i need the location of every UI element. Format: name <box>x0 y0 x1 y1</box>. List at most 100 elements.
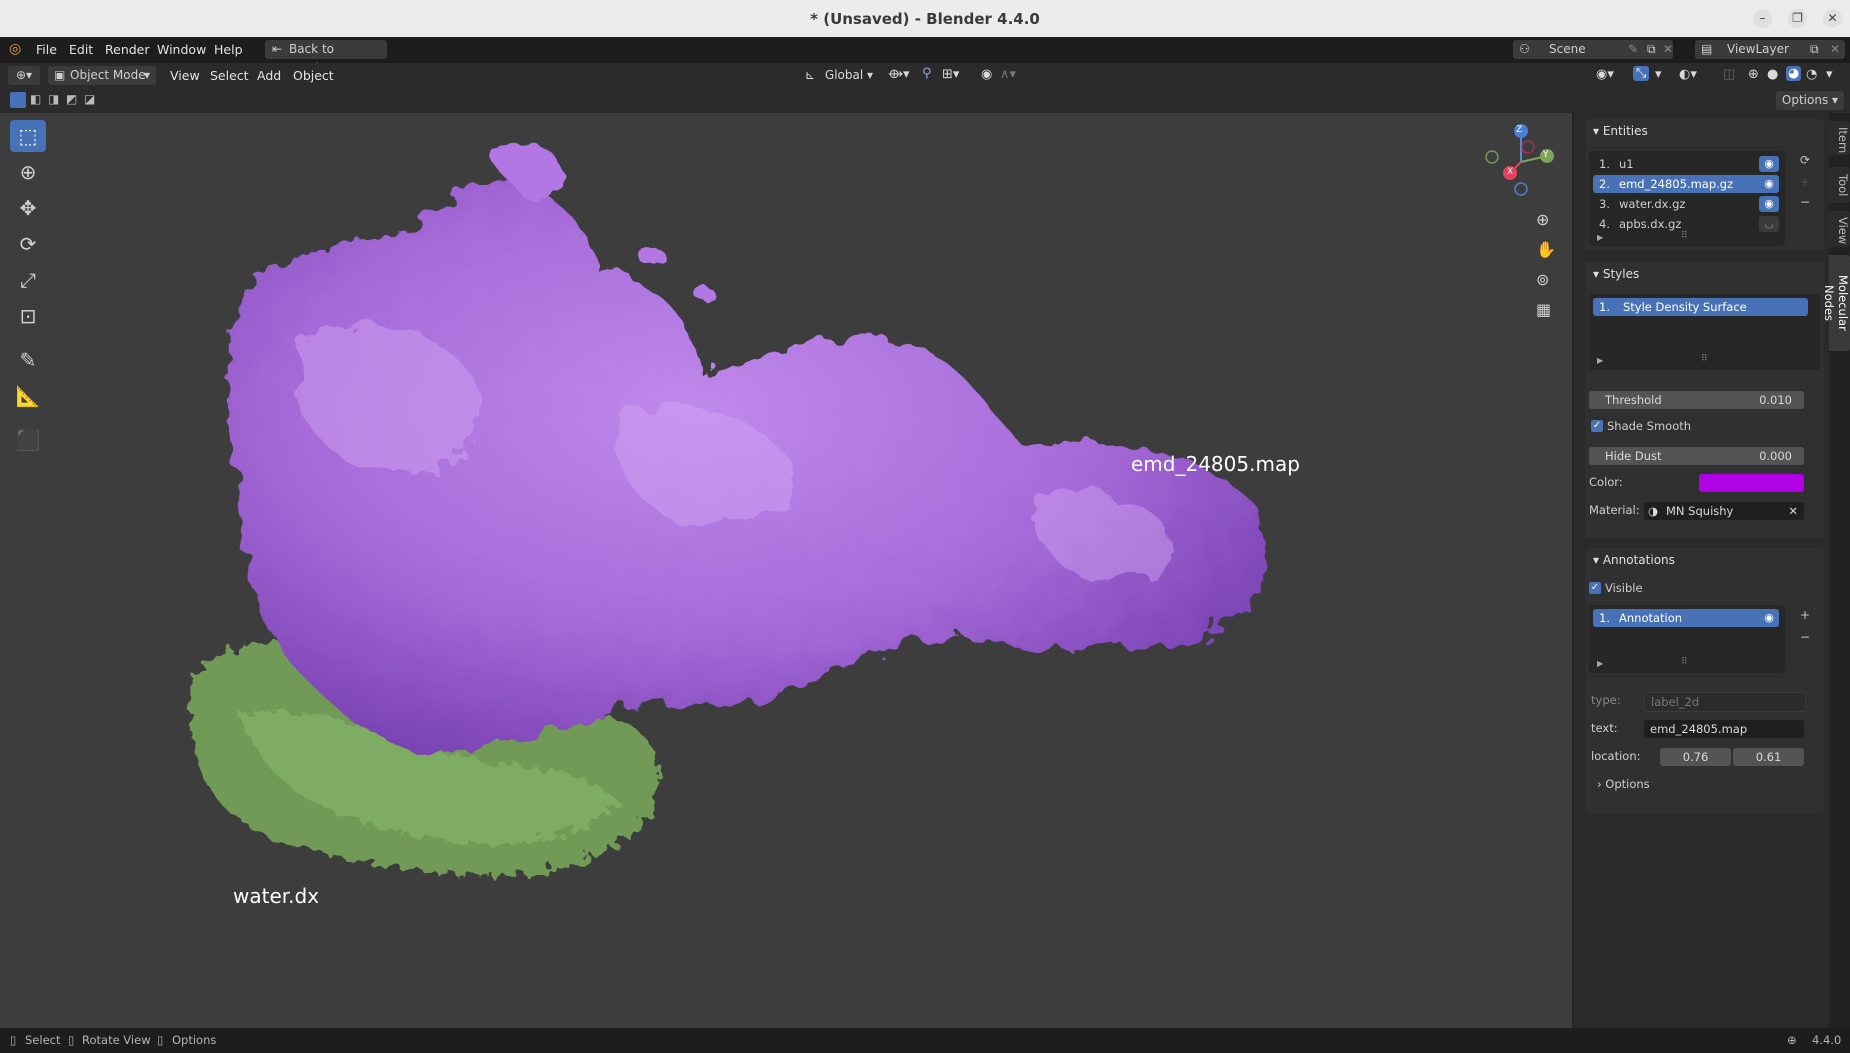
clear-material-icon[interactable]: ✕ <box>1788 502 1798 520</box>
pan-hand-icon[interactable]: ✋ <box>1536 240 1556 259</box>
xray-icon[interactable]: ◫ <box>1723 67 1735 82</box>
shading-dropdown-icon[interactable]: ▾ <box>1826 67 1833 82</box>
entities-panel-title[interactable]: ▾ Entities <box>1593 124 1648 138</box>
snap-target-icon[interactable]: ⊞▾ <box>942 67 959 82</box>
color-swatch[interactable] <box>1699 474 1804 492</box>
annotations-visible-checkbox[interactable]: ✓ <box>1589 582 1601 594</box>
visibility-icon[interactable]: ◉▾ <box>1596 67 1614 82</box>
tab-molecular-nodes[interactable]: Molecular Nodes <box>1822 255 1850 351</box>
menu-edit[interactable]: Edit <box>69 42 93 57</box>
menu-render[interactable]: Render <box>105 42 150 57</box>
entity-row[interactable]: 1. u1 ◉ <box>1593 155 1779 173</box>
menu-help[interactable]: Help <box>214 42 243 57</box>
proportional-edit-icon[interactable]: ◉ <box>981 67 992 82</box>
remove-entity-icon[interactable]: − <box>1795 193 1815 211</box>
hide-dust-field[interactable]: Hide Dust 0.000 <box>1589 447 1804 465</box>
gizmo-dropdown-icon[interactable]: ▾ <box>1655 67 1662 82</box>
styles-panel-title[interactable]: ▾ Styles <box>1593 267 1639 281</box>
entity-row[interactable]: 3. water.dx.gz ◉ <box>1593 195 1779 213</box>
view-layer-selector[interactable]: ▤ ViewLayer ⧉ ✕ <box>1695 40 1845 59</box>
remove-scene-icon[interactable]: ✕ <box>1663 40 1673 59</box>
tab-tool[interactable]: Tool <box>1829 167 1850 203</box>
add-cube-tool-icon[interactable]: ⬛ <box>10 424 46 456</box>
grid-icon[interactable]: ▦ <box>1536 300 1551 319</box>
editor-type-button[interactable]: ⊕▾ <box>8 66 40 85</box>
annotations-panel-title[interactable]: ▾ Annotations <box>1593 553 1675 567</box>
header-menu-select[interactable]: Select <box>210 68 249 83</box>
material-preview-icon[interactable]: ◕ <box>1786 66 1802 81</box>
menu-window[interactable]: Window <box>157 42 206 57</box>
annotate-tool-icon[interactable]: ✎ <box>10 344 46 376</box>
select-subtract-icon[interactable]: ◨ <box>48 92 59 106</box>
style-row-selected[interactable]: 1. Style Density Surface <box>1593 298 1808 316</box>
camera-icon[interactable]: ⊚ <box>1536 270 1549 289</box>
select-extend-icon[interactable]: ◧ <box>30 92 41 106</box>
transform-orientation-dropdown[interactable]: ⊾ Global ▾ <box>805 68 873 82</box>
overlay-icon[interactable]: ◐▾ <box>1679 67 1697 82</box>
scene-selector[interactable]: ⚇ Scene ✎ ⧉ ✕ <box>1513 40 1673 59</box>
annotation-row-selected[interactable]: 1. Annotation ◉ <box>1593 609 1779 627</box>
header-menu-add[interactable]: Add <box>257 68 281 83</box>
maximize-button[interactable]: ❐ <box>1788 9 1807 28</box>
pin-icon[interactable]: ✎ <box>1628 40 1638 59</box>
add-annotation-icon[interactable]: + <box>1795 606 1815 624</box>
header-menu-object[interactable]: Object <box>293 68 334 83</box>
expand-icon[interactable]: ▶ <box>1597 659 1603 668</box>
eye-closed-icon[interactable]: ◡ <box>1759 216 1779 232</box>
location-y-field[interactable]: 0.61 <box>1733 748 1804 766</box>
resize-handle-icon[interactable]: ⠿ <box>1681 231 1688 241</box>
back-to-previous-button[interactable]: ⇤ Back to Previous <box>265 40 387 75</box>
blender-logo-icon[interactable]: ◎ <box>9 41 21 57</box>
new-scene-icon[interactable]: ⧉ <box>1647 40 1656 59</box>
styles-list[interactable]: 1. Style Density Surface ▶ ⠿ <box>1589 294 1820 370</box>
remove-annotation-icon[interactable]: − <box>1795 628 1815 646</box>
tab-item[interactable]: Item <box>1829 121 1850 155</box>
options-subpanel[interactable]: › Options <box>1597 777 1650 791</box>
scale-tool-icon[interactable]: ⤢ <box>10 264 46 296</box>
remove-view-layer-icon[interactable]: ✕ <box>1830 40 1840 59</box>
entities-list[interactable]: 1. u1 ◉ 2. emd_24805.map.gz ◉ 3. water.d… <box>1589 151 1785 246</box>
falloff-icon[interactable]: ∧▾ <box>1000 67 1016 82</box>
eye-icon[interactable]: ◉ <box>1759 610 1779 626</box>
header-menu-view[interactable]: View <box>170 68 200 83</box>
resize-handle-icon[interactable]: ⠿ <box>1701 354 1708 364</box>
shade-smooth-checkbox[interactable]: ✓ <box>1591 420 1603 432</box>
gizmo-toggle-icon[interactable]: ⤡ <box>1633 66 1650 81</box>
location-x-field[interactable]: 0.76 <box>1660 748 1731 766</box>
add-entity-icon[interactable]: + <box>1795 173 1815 191</box>
eye-icon[interactable]: ◉ <box>1759 196 1779 212</box>
rotate-tool-icon[interactable]: ⟳ <box>10 228 46 260</box>
close-button[interactable]: ✕ <box>1823 9 1842 28</box>
pivot-point-icon[interactable]: ⟴▾ <box>888 67 910 82</box>
select-invert-icon[interactable]: ◩ <box>66 92 77 106</box>
menu-file[interactable]: File <box>36 42 57 57</box>
select-box-tool-icon[interactable]: ⬚ <box>10 120 46 152</box>
material-field[interactable]: ◑ MN Squishy ✕ <box>1644 502 1804 520</box>
eye-icon[interactable]: ◉ <box>1759 176 1779 192</box>
select-new-icon[interactable] <box>10 92 26 108</box>
expand-icon[interactable]: ▶ <box>1597 356 1603 365</box>
cursor-tool-icon[interactable]: ⊕ <box>10 156 46 188</box>
zoom-icon[interactable]: ⊕ <box>1536 210 1549 229</box>
minimize-button[interactable]: – <box>1753 9 1772 28</box>
options-dropdown[interactable]: Options ▾ <box>1776 91 1844 110</box>
expand-icon[interactable]: ▶ <box>1597 233 1603 242</box>
mode-dropdown[interactable]: ▣ Object Mode ▾ <box>48 66 156 85</box>
resize-handle-icon[interactable]: ⠿ <box>1681 657 1688 667</box>
transform-tool-icon[interactable]: ⊡ <box>10 300 46 332</box>
annotations-list[interactable]: 1. Annotation ◉ ▶ ⠿ <box>1589 605 1785 673</box>
threshold-field[interactable]: Threshold 0.010 <box>1589 391 1804 409</box>
select-intersect-icon[interactable]: ◪ <box>84 92 95 106</box>
move-tool-icon[interactable]: ✥ <box>10 192 46 224</box>
measure-tool-icon[interactable]: 📐 <box>10 380 46 412</box>
entity-row-selected[interactable]: 2. emd_24805.map.gz ◉ <box>1593 175 1779 193</box>
tab-view[interactable]: View <box>1829 211 1850 247</box>
wireframe-shading-icon[interactable]: ⊕ <box>1748 67 1759 82</box>
refresh-icon[interactable]: ⟳ <box>1795 151 1815 169</box>
3d-viewport[interactable]: emd_24805.map water.dx Z Y X ⊕ ✋ ⊚ ▦ <box>0 113 1572 1028</box>
text-field[interactable]: emd_24805.map <box>1644 720 1804 738</box>
rendered-shading-icon[interactable]: ◔ <box>1806 67 1817 82</box>
snap-icon[interactable]: ⚲ <box>922 66 932 81</box>
solid-shading-icon[interactable]: ● <box>1767 67 1778 82</box>
eye-icon[interactable]: ◉ <box>1759 156 1779 172</box>
